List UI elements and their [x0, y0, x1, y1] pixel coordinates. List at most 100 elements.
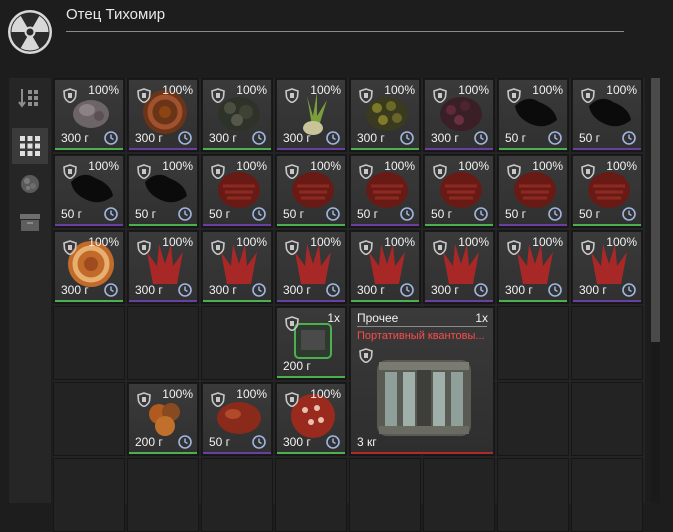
grid-slot [571, 458, 643, 532]
shield-icon [285, 164, 299, 180]
item-underline [351, 148, 419, 150]
clock-icon [622, 207, 636, 221]
item-weight: 300 г [283, 283, 311, 297]
item-underline [351, 224, 419, 226]
item-weight: 300 г [283, 435, 311, 449]
item-condition: 100% [310, 387, 341, 401]
inventory-item[interactable]: 100% 50 г [202, 155, 272, 227]
shield-icon [137, 88, 151, 104]
clock-icon [252, 435, 266, 449]
item-underline [129, 224, 197, 226]
inventory-item[interactable]: 1x 200 г [276, 307, 346, 379]
shield-icon [581, 240, 595, 256]
inventory-item[interactable]: 100% 300 г [276, 79, 346, 151]
inventory-item[interactable]: 100% 50 г [498, 155, 568, 227]
artifacts-button[interactable] [12, 166, 48, 202]
item-underline [425, 300, 493, 302]
grid-slot [497, 382, 569, 456]
item-weight: 50 г [61, 207, 83, 221]
clock-icon [400, 283, 414, 297]
item-condition: 100% [162, 235, 193, 249]
inventory-item[interactable]: 100% 50 г [572, 79, 642, 151]
grid-slot [571, 382, 643, 456]
artifact-icon [21, 175, 39, 193]
item-condition: 100% [310, 235, 341, 249]
inventory-item[interactable]: 100% 300 г [54, 231, 124, 303]
item-underline [499, 224, 567, 226]
inventory-item[interactable]: 100% 300 г [424, 79, 494, 151]
item-underline [425, 224, 493, 226]
grid-slot [497, 306, 569, 380]
item-underline [573, 224, 641, 226]
item-underline [277, 224, 345, 226]
item-condition: 100% [384, 83, 415, 97]
inventory-item[interactable]: 100% 300 г [54, 79, 124, 151]
item-weight: 50 г [579, 207, 601, 221]
inventory-item[interactable]: 100% 50 г [54, 155, 124, 227]
clock-icon [548, 207, 562, 221]
inventory-item[interactable]: 100% 50 г [202, 383, 272, 455]
item-underline [203, 148, 271, 150]
item-underline [499, 300, 567, 302]
grid-slot [423, 458, 495, 532]
item-name: Портативный квантовы... [357, 330, 485, 342]
item-condition: 100% [606, 159, 637, 173]
inventory-item[interactable]: 100% 300 г [202, 79, 272, 151]
shield-icon [359, 164, 373, 180]
inventory-item[interactable]: 100% 300 г [202, 231, 272, 303]
item-underline [203, 224, 271, 226]
inventory-item[interactable]: 100% 300 г [424, 231, 494, 303]
grid-slot [127, 306, 199, 380]
shield-icon [507, 240, 521, 256]
item-condition: 100% [162, 159, 193, 173]
item-condition: 100% [162, 387, 193, 401]
inventory-item[interactable]: 100% 50 г [350, 155, 420, 227]
item-weight: 200 г [283, 359, 311, 373]
clock-icon [400, 131, 414, 145]
inventory-item[interactable]: 100% 200 г [128, 383, 198, 455]
inventory-item[interactable]: 100% 50 г [572, 155, 642, 227]
item-underline [55, 224, 123, 226]
clock-icon [104, 283, 118, 297]
shield-icon [507, 88, 521, 104]
sort-button[interactable] [12, 80, 48, 116]
item-underline [55, 148, 123, 150]
item-weight: 300 г [505, 283, 533, 297]
item-condition: 100% [458, 159, 489, 173]
item-weight: 300 г [357, 131, 385, 145]
grid-slot [201, 306, 273, 380]
shield-icon [211, 240, 225, 256]
item-underline [351, 300, 419, 302]
item-category: Прочее [357, 311, 399, 325]
inventory-item[interactable]: 100% 50 г [498, 79, 568, 151]
selected-item-card[interactable]: Прочее 1x Портативный квантовы... 3 кг [350, 307, 494, 455]
clock-icon [622, 283, 636, 297]
inventory-item[interactable]: 100% 300 г [128, 79, 198, 151]
inventory-item[interactable]: 100% 50 г [128, 155, 198, 227]
inventory-item[interactable]: 100% 50 г [276, 155, 346, 227]
shield-icon [433, 240, 447, 256]
grid-slot [127, 458, 199, 532]
inventory-item[interactable]: 100% 300 г [276, 383, 346, 455]
page-title: Отец Тихомир [66, 6, 166, 23]
shield-icon [137, 392, 151, 408]
inventory-item[interactable]: 100% 300 г [128, 231, 198, 303]
grid-view-button[interactable] [12, 128, 48, 164]
item-underline [129, 452, 197, 454]
inventory-item[interactable]: 100% 300 г [350, 231, 420, 303]
item-quantity: 1x [475, 311, 488, 325]
item-underline [277, 376, 345, 378]
sidebar [9, 78, 51, 503]
inventory-item[interactable]: 100% 50 г [424, 155, 494, 227]
item-condition: 100% [162, 83, 193, 97]
item-underline [573, 300, 641, 302]
scrollbar-thumb[interactable] [651, 78, 660, 342]
inventory-item[interactable]: 100% 300 г [350, 79, 420, 151]
inventory-item[interactable]: 100% 300 г [276, 231, 346, 303]
item-condition: 100% [532, 159, 563, 173]
inventory-item[interactable]: 100% 300 г [572, 231, 642, 303]
inventory-item[interactable]: 100% 300 г [498, 231, 568, 303]
storage-button[interactable] [12, 204, 48, 240]
item-weight: 300 г [283, 131, 311, 145]
item-weight: 300 г [209, 283, 237, 297]
